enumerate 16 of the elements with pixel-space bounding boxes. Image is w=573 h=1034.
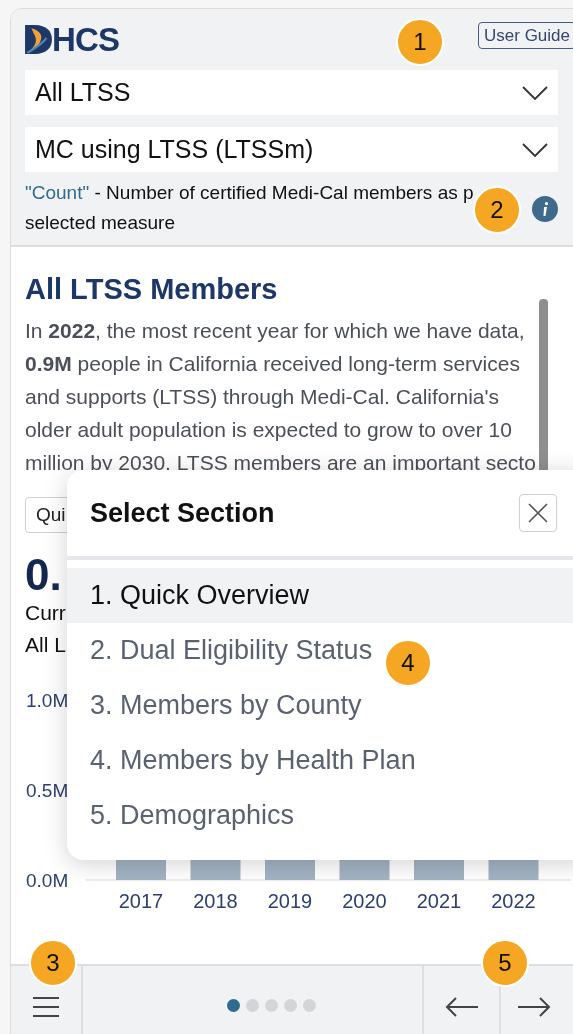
caption-text: All L: [25, 632, 66, 658]
dialog-title: Select Section: [90, 496, 275, 530]
axis-category-label: 2020: [342, 890, 387, 912]
axis-category-label: 2022: [491, 890, 536, 912]
axis-tick-label: 0.5M: [26, 780, 69, 801]
caption-text: Curr: [25, 600, 66, 626]
axis-category-label: 2017: [118, 890, 164, 912]
measure-description: "Count" - Number of certified Medi-Cal members as p selected measure: [25, 181, 475, 235]
axis-category-label: 2018: [193, 890, 238, 912]
axis-tick-label: 0.0M: [26, 870, 69, 891]
axis-category-label: 2021: [416, 890, 462, 912]
axis-tick-label: 1.0M: [26, 690, 69, 711]
section-title: All LTSS Members: [25, 273, 279, 305]
big-number: 0.: [25, 553, 62, 597]
axis-category-label: 2019: [267, 890, 313, 912]
logo-text: HCS: [52, 23, 120, 56]
